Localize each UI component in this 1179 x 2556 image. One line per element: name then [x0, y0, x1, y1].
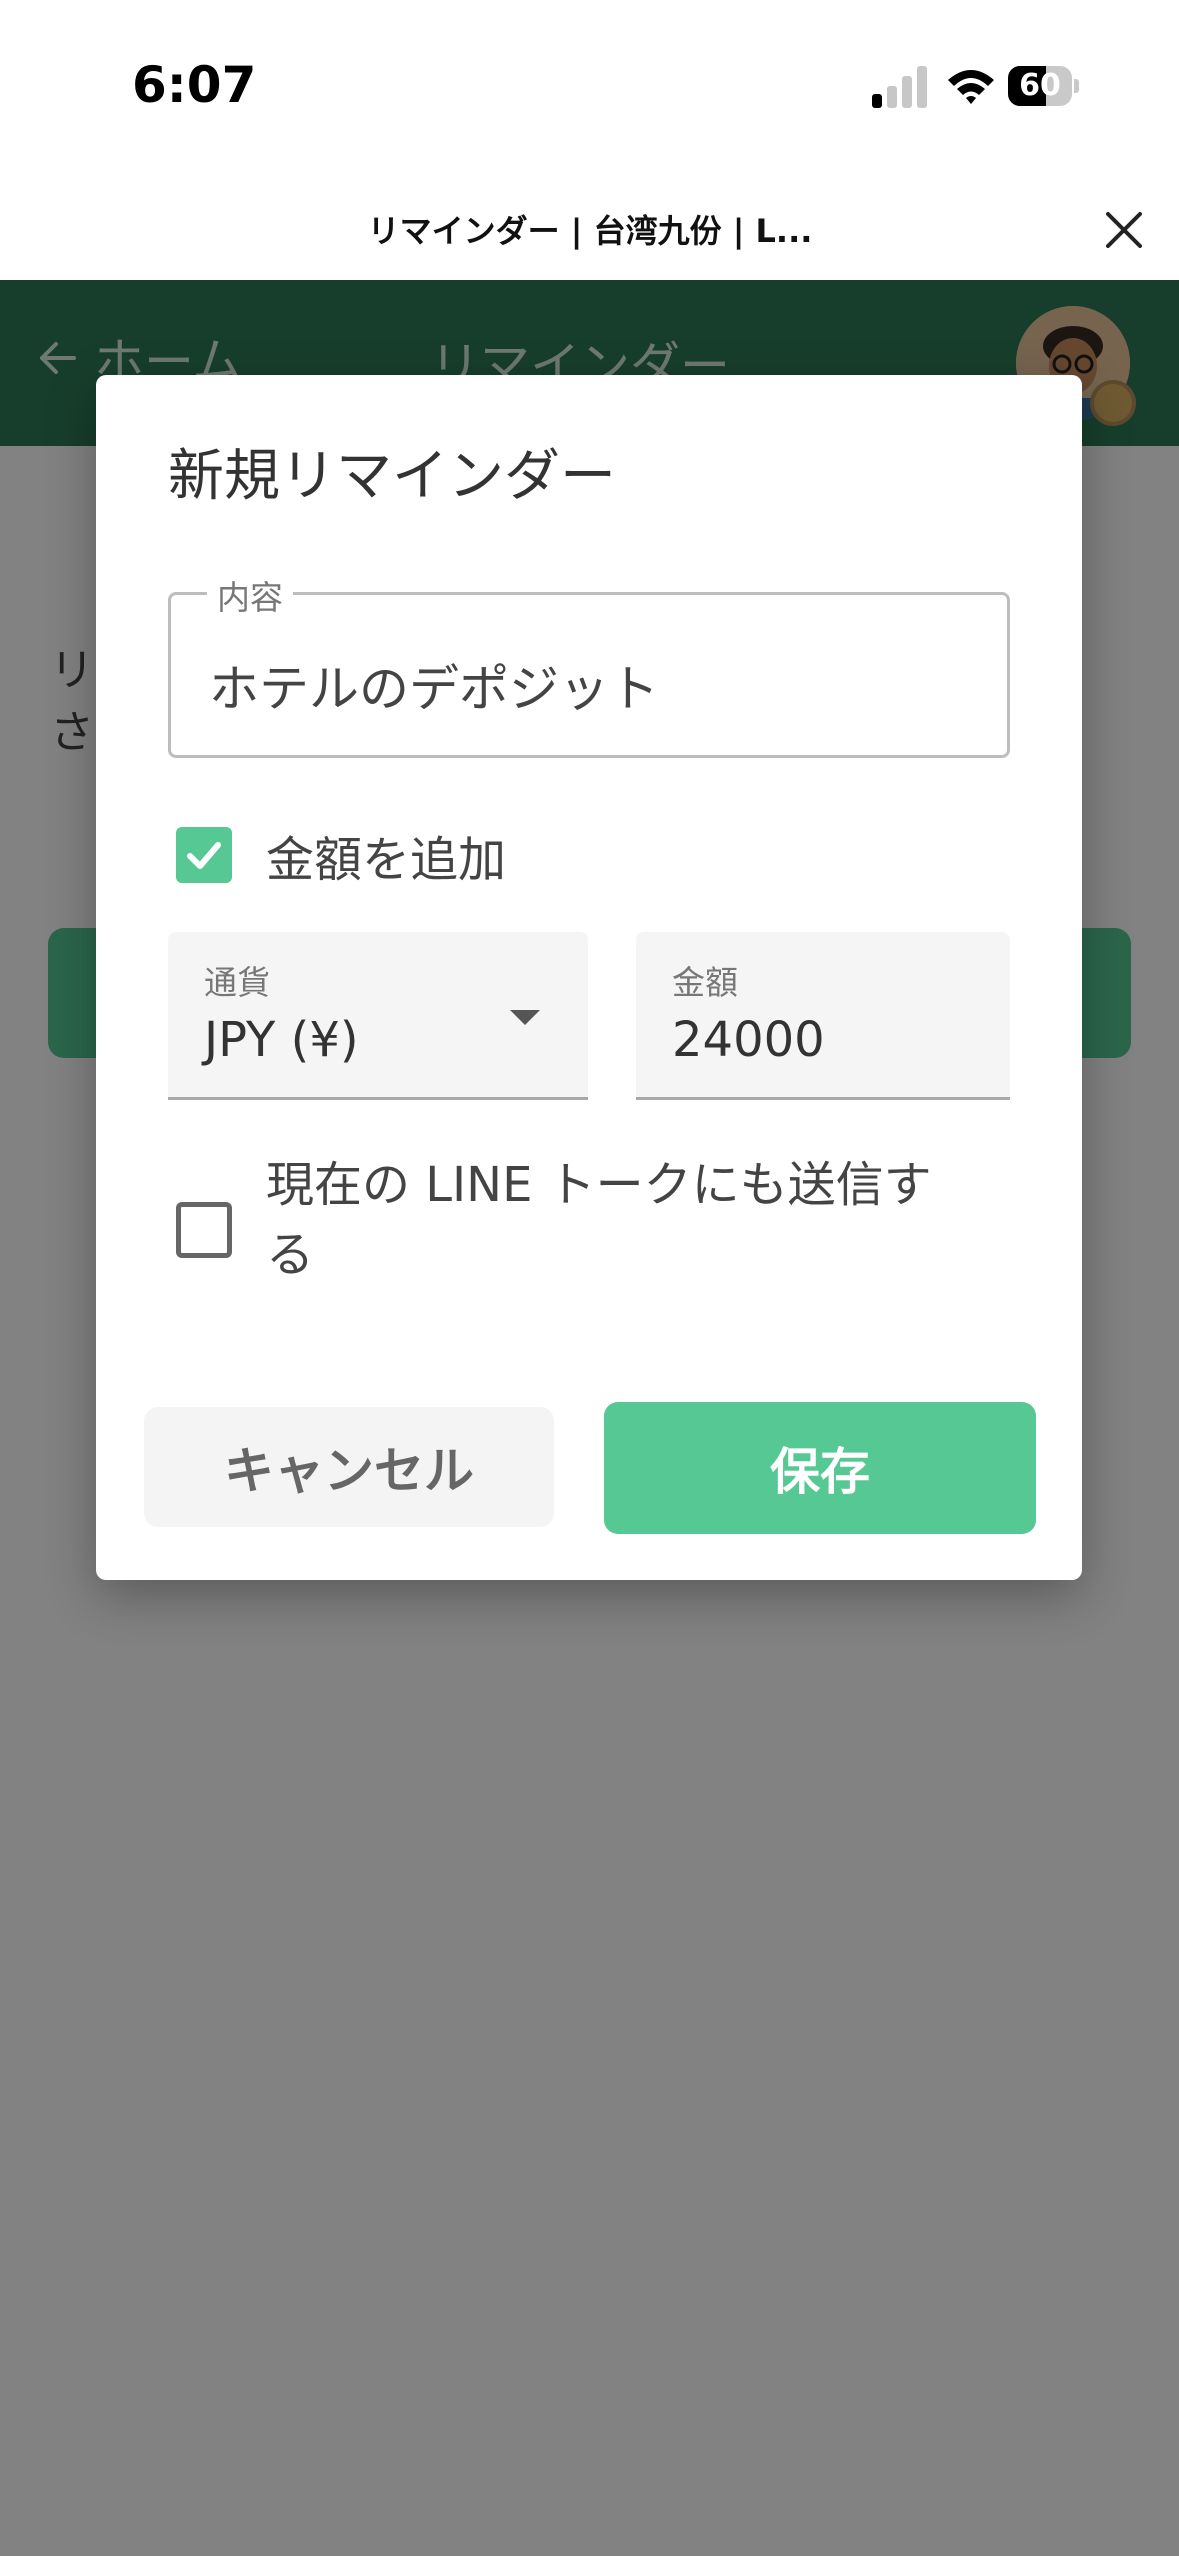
battery-percent: 60 — [1019, 68, 1061, 103]
battery-icon: 60 — [1008, 66, 1079, 106]
amount-value: 24000 — [672, 1012, 825, 1068]
amount-input[interactable]: 金額 24000 — [636, 932, 1010, 1100]
browser-title: リマインダー | 台湾九份 | L... — [367, 212, 813, 250]
cancel-button[interactable]: キャンセル — [144, 1407, 554, 1527]
send-line-row[interactable]: 現在の LINE トークにも送信する — [176, 1150, 946, 1290]
wifi-icon — [948, 70, 994, 104]
content-field-value: ホテルのデポジット — [209, 660, 659, 718]
new-reminder-dialog: 新規リマインダー 内容 ホテルのデポジット 金額を追加 通貨 JPY (¥) 金… — [96, 375, 1082, 1580]
send-line-label: 現在の LINE トークにも送信する — [266, 1157, 932, 1283]
amount-label: 金額 — [672, 963, 738, 1002]
add-amount-label: 金額を追加 — [266, 832, 507, 888]
content-field-label: 内容 — [207, 571, 293, 619]
dialog-title: 新規リマインダー — [168, 444, 616, 509]
add-amount-row[interactable]: 金額を追加 — [176, 820, 506, 890]
top-chrome: 6:07 60 リマインダー | 台湾九份 | L... — [0, 0, 1179, 280]
cellular-signal-icon — [872, 64, 928, 108]
currency-value: JPY (¥) — [204, 1012, 359, 1068]
currency-label: 通貨 — [204, 963, 270, 1002]
add-amount-checkbox[interactable] — [176, 827, 232, 883]
close-icon[interactable] — [1100, 206, 1148, 254]
checkmark-icon — [187, 842, 221, 869]
status-time-top: 6:07 — [132, 56, 257, 114]
currency-select[interactable]: 通貨 JPY (¥) — [168, 932, 588, 1100]
dropdown-arrow-icon — [510, 1010, 540, 1025]
save-button[interactable]: 保存 — [604, 1402, 1036, 1534]
send-line-checkbox[interactable] — [176, 1202, 232, 1258]
content-field[interactable]: 内容 ホテルのデポジット — [168, 571, 1010, 758]
